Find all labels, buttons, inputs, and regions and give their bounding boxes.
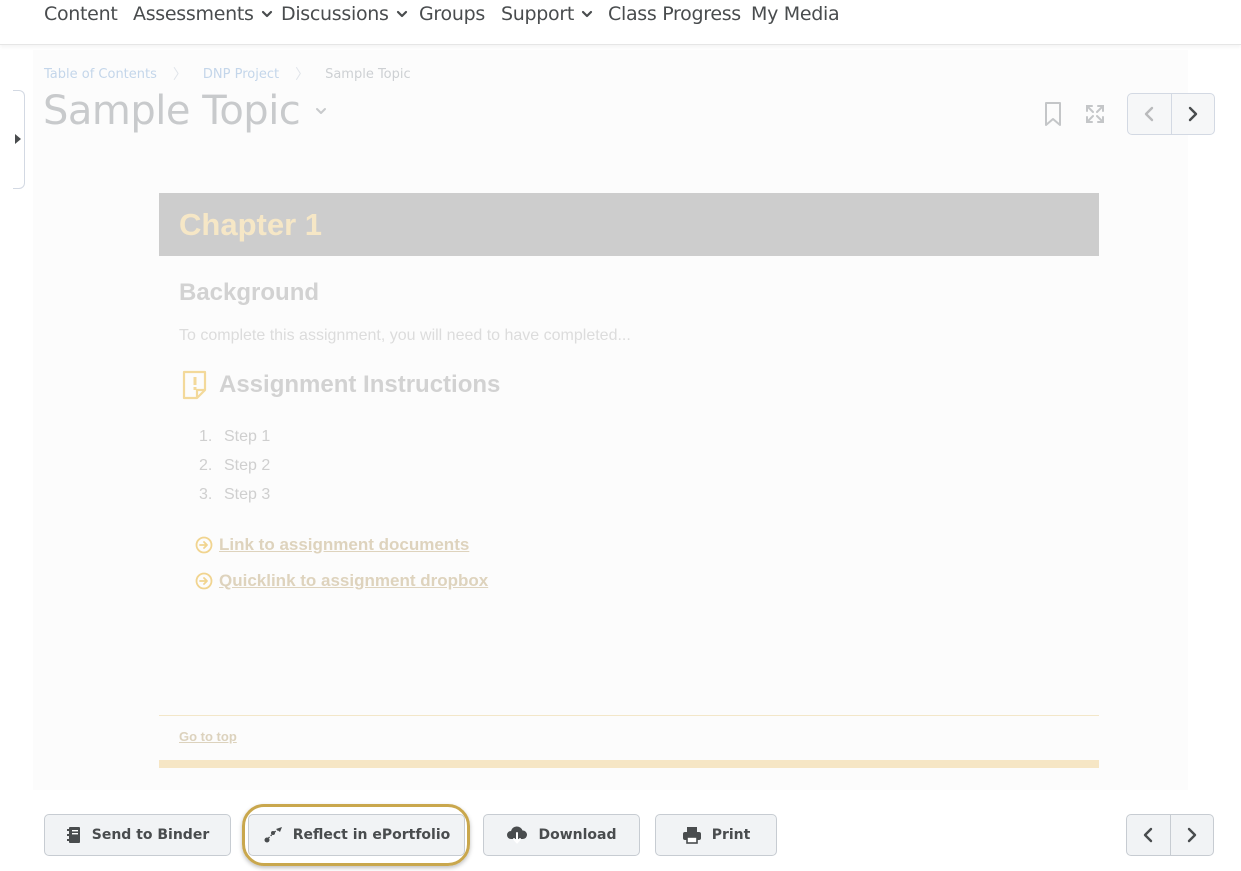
nav-class-progress[interactable]: Class Progress (608, 3, 741, 25)
breadcrumb: Table of Contents 〉 DNP Project 〉 Sample… (44, 64, 411, 84)
breadcrumb-separator-icon: 〉 (172, 67, 187, 83)
nav-my-media[interactable]: My Media (751, 3, 840, 25)
content-divider (159, 715, 1099, 716)
background-heading: Background (179, 279, 320, 306)
step-text: Step 2 (224, 457, 271, 474)
download-button[interactable]: Download (483, 814, 640, 856)
nav-label: My Media (751, 3, 840, 25)
step-text: Step 1 (224, 428, 271, 445)
nav-content[interactable]: Content (44, 3, 118, 25)
topic-navigation-top (1127, 93, 1215, 135)
assignment-dropbox-link-row: Quicklink to assignment dropbox (195, 571, 488, 591)
step-number: 1. (199, 428, 213, 445)
content-footer-band (159, 760, 1099, 768)
previous-topic-button[interactable] (1127, 815, 1170, 855)
list-item: 2. Step 2 (199, 457, 270, 486)
breadcrumb-separator-icon: 〉 (295, 67, 310, 83)
chevron-down-icon (396, 10, 407, 18)
breadcrumb-current: Sample Topic (325, 66, 411, 82)
bookmark-icon[interactable] (1043, 101, 1063, 127)
arrow-circle-right-icon (195, 536, 213, 554)
nav-label: Support (501, 3, 575, 25)
download-label: Download (538, 827, 617, 843)
page-title[interactable]: Sample Topic (43, 88, 328, 134)
nav-discussions[interactable]: Discussions (281, 3, 408, 25)
chevron-right-icon (1187, 827, 1196, 843)
printer-icon (682, 826, 702, 844)
send-to-binder-label: Send to Binder (91, 827, 210, 843)
chevron-down-icon (581, 10, 593, 18)
previous-topic-button[interactable] (1128, 94, 1171, 134)
go-to-top-link[interactable]: Go to top (179, 729, 237, 744)
nav-label: Class Progress (608, 3, 741, 25)
nav-label: Content (44, 3, 118, 25)
list-item: 1. Step 1 (199, 428, 270, 457)
step-text: Step 3 (224, 486, 271, 503)
caret-right-icon (15, 134, 21, 144)
toc-panel-toggle[interactable] (13, 90, 25, 189)
nav-groups[interactable]: Groups (419, 3, 485, 25)
chevron-right-icon (1188, 106, 1197, 122)
highlight-ring (242, 804, 470, 866)
chevron-down-icon (261, 10, 272, 18)
content-area (33, 50, 1188, 790)
cloud-download-icon (506, 826, 528, 844)
nav-label: Discussions (281, 3, 389, 25)
chapter-banner: Chapter 1 (159, 193, 1099, 256)
fullscreen-icon[interactable] (1085, 104, 1105, 124)
breadcrumb-table-of-contents[interactable]: Table of Contents (44, 67, 157, 82)
nav-label: Groups (419, 3, 485, 25)
assignment-documents-link[interactable]: Link to assignment documents (219, 535, 469, 555)
instructions-heading: Assignment Instructions (181, 370, 500, 400)
assignment-dropbox-link[interactable]: Quicklink to assignment dropbox (219, 571, 488, 591)
print-label: Print (711, 827, 751, 843)
nav-label: Assessments (133, 3, 254, 25)
next-topic-button[interactable] (1169, 815, 1214, 855)
top-navigation: Content Assessments Discussions Groups S… (0, 0, 1241, 45)
step-number: 3. (199, 486, 213, 503)
instructions-heading-text: Assignment Instructions (219, 371, 501, 398)
list-item: 3. Step 3 (199, 486, 270, 515)
nav-support[interactable]: Support (501, 3, 593, 25)
steps-list: 1. Step 1 2. Step 2 3. Step 3 (199, 428, 270, 515)
assignment-alert-icon (182, 370, 207, 400)
step-number: 2. (199, 457, 213, 474)
next-topic-button[interactable] (1170, 94, 1215, 134)
breadcrumb-dnp-project[interactable]: DNP Project (203, 67, 279, 82)
chevron-left-icon (1144, 827, 1153, 843)
chapter-title: Chapter 1 (179, 207, 322, 242)
intro-text: To complete this assignment, you will ne… (179, 327, 631, 344)
chevron-left-icon (1145, 106, 1154, 122)
arrow-circle-right-icon (195, 572, 213, 590)
chevron-down-icon[interactable] (314, 104, 328, 118)
binder-icon (66, 826, 82, 844)
page-title-text: Sample Topic (43, 88, 301, 134)
nav-assessments[interactable]: Assessments (133, 3, 273, 25)
topic-navigation-bottom (1126, 814, 1214, 856)
assignment-documents-link-row: Link to assignment documents (195, 535, 469, 555)
print-button[interactable]: Print (655, 814, 777, 856)
send-to-binder-button[interactable]: Send to Binder (44, 814, 231, 856)
